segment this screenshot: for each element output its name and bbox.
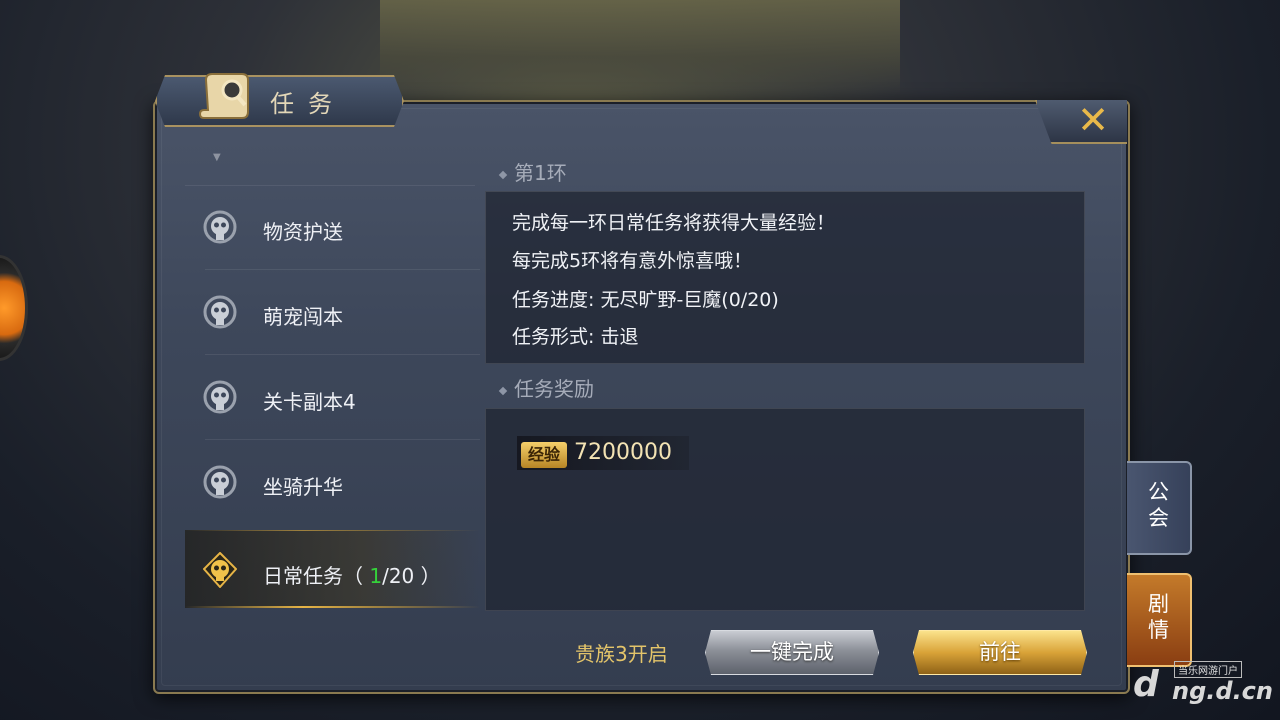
watermark-domain: ng.d.cn xyxy=(1172,677,1273,705)
watermark-small-text: 当乐网游门户 xyxy=(1174,661,1242,678)
exp-value: 7200000 xyxy=(574,440,672,465)
daily-label-prefix: 日常任务（ xyxy=(263,564,370,588)
skull-emblem-icon xyxy=(203,465,237,499)
exp-badge: 经验 xyxy=(521,442,567,468)
task-item-label: 萌宠闯本 xyxy=(263,305,343,329)
task-item-pet-dungeon[interactable]: 萌宠闯本 xyxy=(185,271,480,355)
window-title: 任务 xyxy=(270,90,346,118)
go-button[interactable]: 前往 xyxy=(913,630,1087,675)
diamond-bullet-icon xyxy=(498,386,508,395)
task-item-escort[interactable]: 物资护送 xyxy=(185,186,480,270)
description-line: 完成每一环日常任务将获得大量经验！ xyxy=(512,212,836,234)
tab-guild-text: 公 会 xyxy=(1148,480,1169,530)
description-line: 每完成5环将有意外惊喜哦！ xyxy=(512,250,753,272)
task-item-label: 坐骑升华 xyxy=(263,475,343,499)
active-highlight-line xyxy=(185,530,480,531)
side-orb-icon[interactable] xyxy=(0,255,28,361)
skull-emblem-icon xyxy=(203,295,237,329)
list-divider xyxy=(205,269,480,270)
close-icon[interactable]: ✕ xyxy=(1073,100,1113,140)
skull-emblem-icon xyxy=(203,210,237,244)
description-line: 任务形式: 击退 xyxy=(512,326,639,348)
description-line: 任务进度: 无尽旷野-巨魔(0/20) xyxy=(512,289,779,311)
round-title: 第1环 xyxy=(498,157,567,186)
background-scene xyxy=(380,0,900,95)
daily-progress-current: 1 xyxy=(369,564,383,588)
skull-emblem-icon xyxy=(203,380,237,414)
tab-guild-label: 公 会 xyxy=(1127,479,1190,531)
task-item-daily[interactable]: 日常任务（ 1/20 ） xyxy=(185,530,480,608)
scroll-up-indicator-icon: ▼ xyxy=(213,152,221,163)
list-divider xyxy=(205,439,480,440)
skull-emblem-icon xyxy=(203,552,237,588)
daily-progress-rest: /20 ） xyxy=(382,564,441,588)
round-title-text: 第1环 xyxy=(514,161,567,185)
diamond-bullet-icon xyxy=(498,170,508,179)
task-item-label: 日常任务（ 1/20 ） xyxy=(263,560,441,589)
reward-title: 任务奖励 xyxy=(498,373,594,402)
noble-unlock-hint: 贵族3开启 xyxy=(575,642,668,666)
scroll-magnifier-icon xyxy=(198,73,249,119)
complete-all-button[interactable]: 一键完成 xyxy=(705,630,879,675)
list-divider xyxy=(205,354,480,355)
task-item-mount-upgrade[interactable]: 坐骑升华 xyxy=(185,441,480,525)
tab-guild[interactable]: 公 会 xyxy=(1127,461,1192,555)
reward-title-text: 任务奖励 xyxy=(514,377,594,401)
task-item-label: 物资护送 xyxy=(263,220,343,244)
tab-story-label: 剧 情 xyxy=(1127,591,1190,643)
tab-story-text: 剧 情 xyxy=(1148,592,1169,642)
active-highlight-line xyxy=(185,606,480,608)
watermark-logo: d xyxy=(1133,664,1159,705)
tab-story[interactable]: 剧 情 xyxy=(1127,573,1192,667)
task-item-label: 关卡副本4 xyxy=(263,390,356,414)
task-item-stage-dungeon[interactable]: 关卡副本4 xyxy=(185,356,480,440)
